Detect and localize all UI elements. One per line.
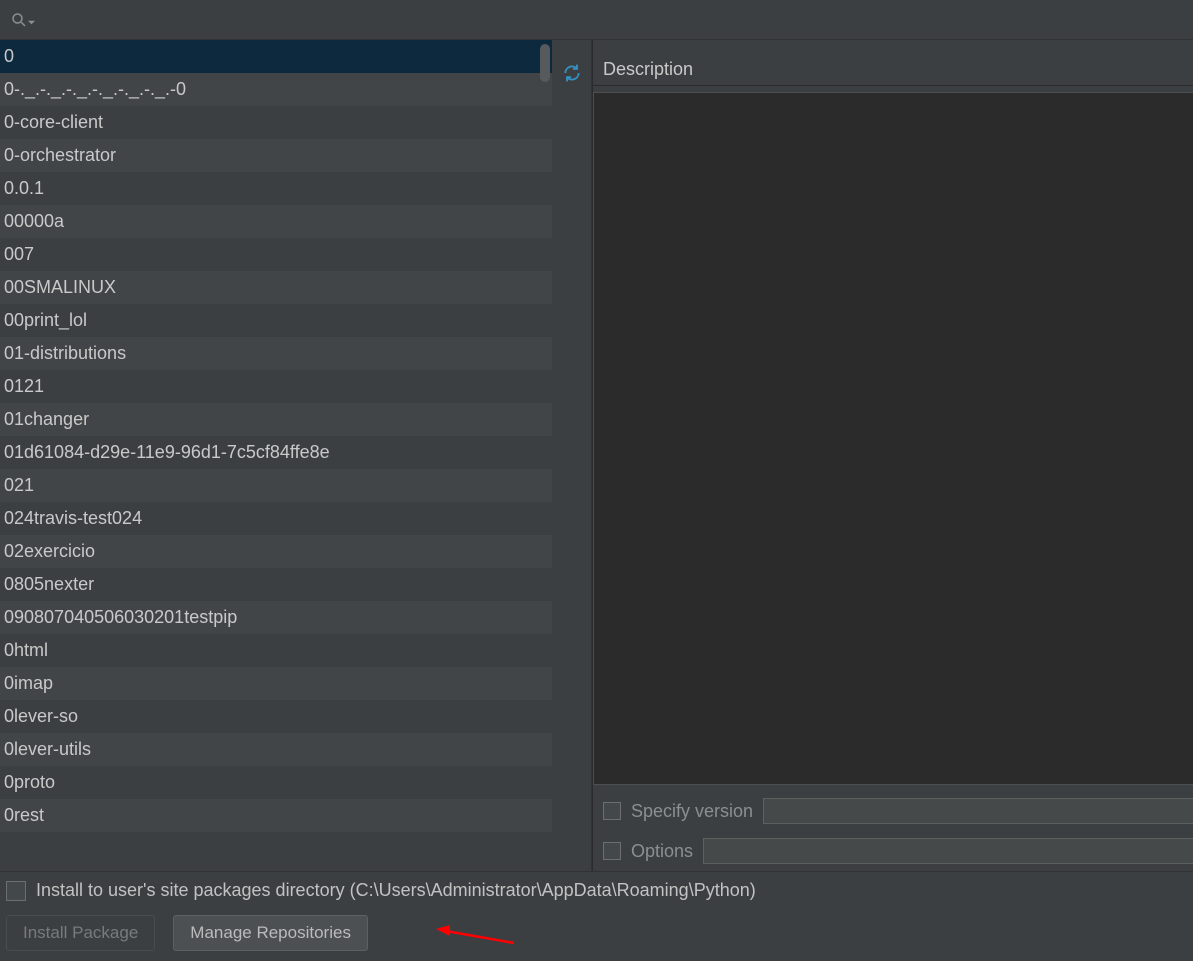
package-row[interactable]: 0805nexter (0, 568, 552, 601)
options-row: Options (593, 831, 1193, 871)
install-to-user-checkbox[interactable] (6, 881, 26, 901)
package-row[interactable]: 0.0.1 (0, 172, 552, 205)
refresh-icon[interactable] (557, 58, 587, 88)
main-content: 00-._.-._.-._.-._.-._.-._.-00-core-clien… (0, 40, 1193, 871)
package-list[interactable]: 00-._.-._.-._.-._.-._.-._.-00-core-clien… (0, 40, 552, 871)
package-row[interactable]: 00000a (0, 205, 552, 238)
package-row[interactable]: 0html (0, 634, 552, 667)
package-row[interactable]: 0121 (0, 370, 552, 403)
specify-version-row: Specify version (593, 791, 1193, 831)
package-row[interactable]: 00print_lol (0, 304, 552, 337)
search-input[interactable] (42, 7, 1189, 32)
options-label: Options (631, 841, 693, 862)
search-bar (0, 0, 1193, 40)
package-list-panel: 00-._.-._.-._.-._.-._.-._.-00-core-clien… (0, 40, 552, 871)
description-header: Description (593, 54, 1193, 86)
package-row[interactable]: 0lever-so (0, 700, 552, 733)
package-row[interactable]: 024travis-test024 (0, 502, 552, 535)
package-row[interactable]: 0rest (0, 799, 552, 832)
install-to-user-row: Install to user's site packages director… (6, 880, 1187, 901)
package-row[interactable]: 01changer (0, 403, 552, 436)
package-row[interactable]: 02exercicio (0, 535, 552, 568)
button-row: Install Package Manage Repositories (6, 915, 1187, 951)
package-row[interactable]: 0imap (0, 667, 552, 700)
bottom-bar: Install to user's site packages director… (0, 871, 1193, 961)
annotation-arrow-icon (436, 921, 516, 955)
options-checkbox[interactable] (603, 842, 621, 860)
specify-version-input[interactable] (763, 798, 1193, 824)
package-row[interactable]: 0proto (0, 766, 552, 799)
details-panel: Description Specify version Options (592, 40, 1193, 871)
package-row[interactable]: 0 (0, 40, 552, 73)
package-row[interactable]: 021 (0, 469, 552, 502)
package-row[interactable]: 0lever-utils (0, 733, 552, 766)
package-row[interactable]: 0-core-client (0, 106, 552, 139)
specify-version-label: Specify version (631, 801, 753, 822)
search-icon[interactable] (4, 11, 42, 29)
scrollbar-thumb[interactable] (540, 44, 550, 82)
package-row[interactable]: 01-distributions (0, 337, 552, 370)
package-row[interactable]: 007 (0, 238, 552, 271)
install-to-user-label: Install to user's site packages director… (36, 880, 756, 901)
package-row[interactable]: 0-orchestrator (0, 139, 552, 172)
package-row[interactable]: 00SMALINUX (0, 271, 552, 304)
package-row[interactable]: 0-._.-._.-._.-._.-._.-._.-0 (0, 73, 552, 106)
install-package-button[interactable]: Install Package (6, 915, 155, 951)
package-row[interactable]: 090807040506030201testpip (0, 601, 552, 634)
manage-repositories-button[interactable]: Manage Repositories (173, 915, 368, 951)
refresh-column (552, 40, 592, 871)
description-body (593, 92, 1193, 785)
package-row[interactable]: 01d61084-d29e-11e9-96d1-7c5cf84ffe8e (0, 436, 552, 469)
specify-version-checkbox[interactable] (603, 802, 621, 820)
options-input[interactable] (703, 838, 1193, 864)
